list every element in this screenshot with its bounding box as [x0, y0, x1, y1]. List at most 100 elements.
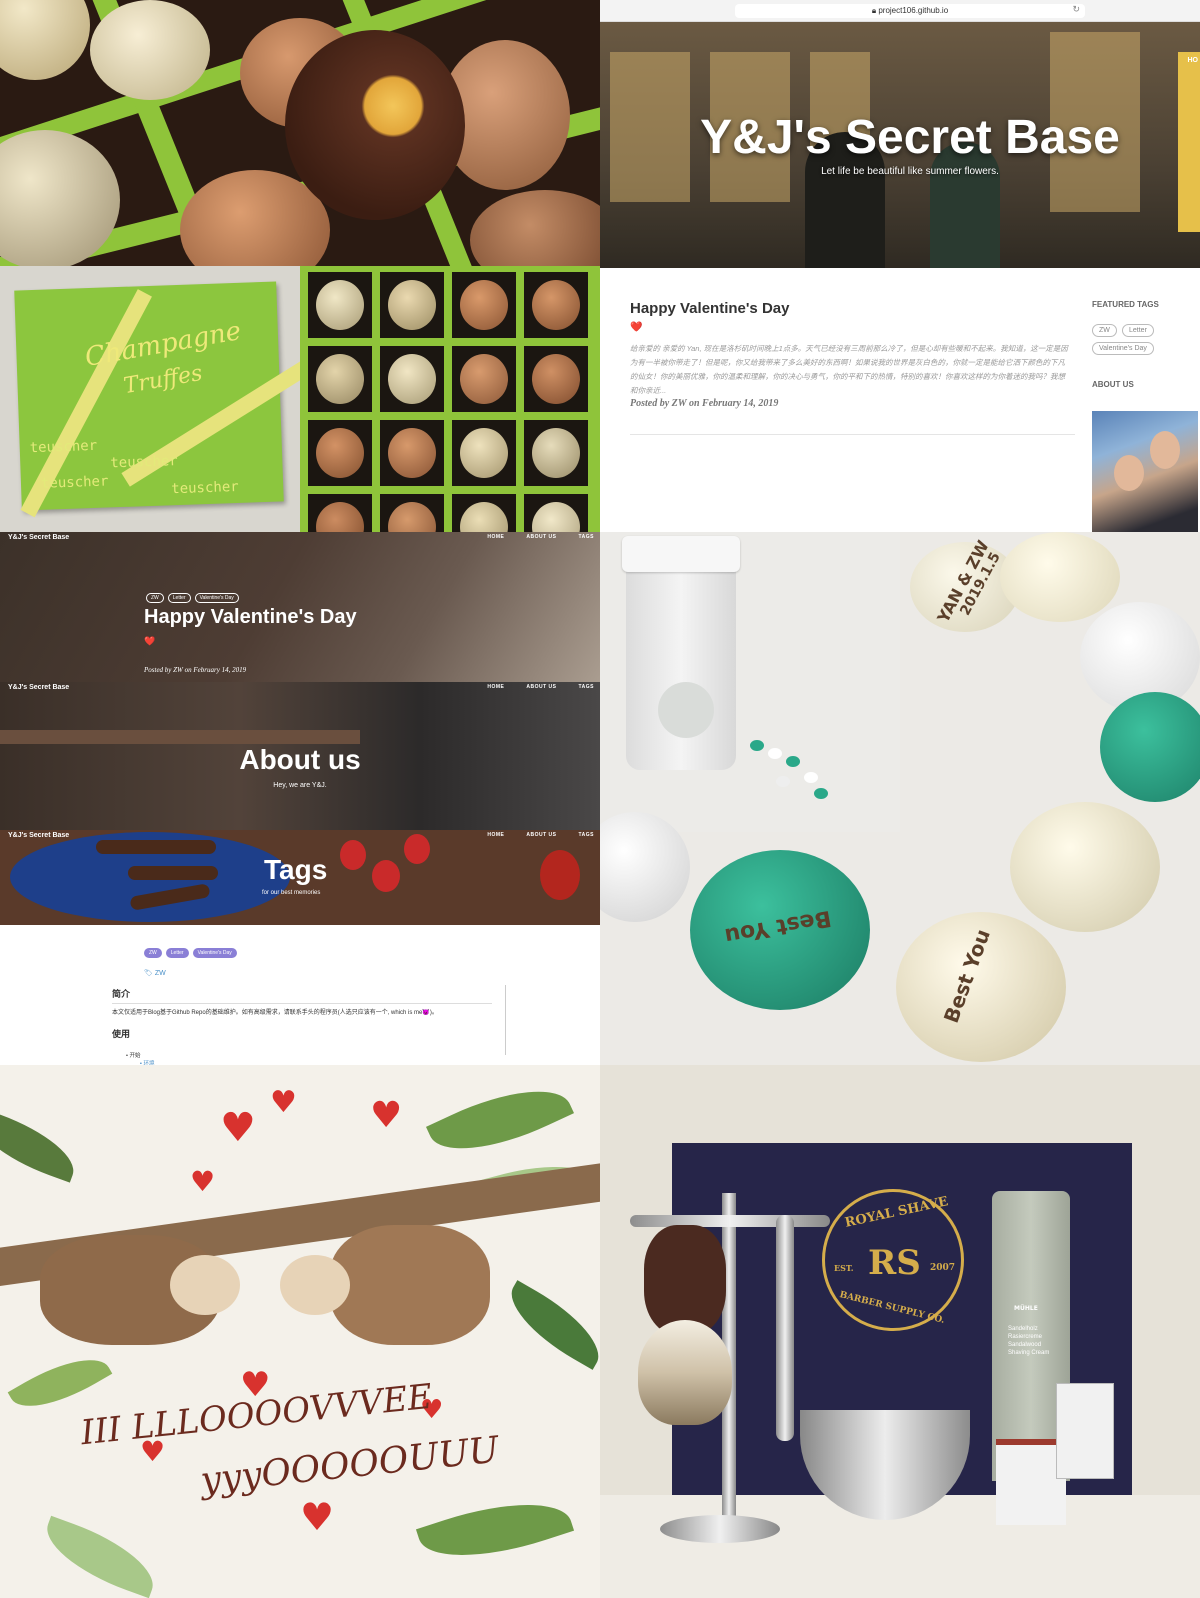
nav-links: HOME ABOUT US TAGS	[465, 534, 594, 540]
nav-brand[interactable]: Y&J's Secret Base	[8, 534, 69, 541]
truffle	[316, 354, 364, 404]
sloth-right	[330, 1225, 490, 1345]
box-brand-3: teuscher	[40, 473, 109, 492]
safety-razor	[776, 1215, 794, 1441]
heart-icon: ❤️	[144, 636, 156, 646]
tag-letter[interactable]: Letter	[165, 948, 189, 958]
tag-zw[interactable]: ZW	[144, 948, 162, 958]
nav-home-cut[interactable]: HO	[1188, 57, 1199, 64]
tag-letter[interactable]: Letter	[1122, 324, 1154, 337]
stand-arm	[630, 1215, 830, 1227]
nav-tags[interactable]: TAGS	[578, 684, 594, 690]
logo-year: 2007	[930, 1263, 956, 1273]
box-brand-2: teuscher	[110, 453, 179, 472]
site-title: Y&J's Secret Base	[700, 111, 1120, 164]
shaving-brush	[638, 1320, 732, 1425]
truffle	[532, 428, 580, 478]
jar-lid	[622, 536, 740, 572]
tag-zw[interactable]: ZW	[146, 593, 164, 603]
photo-truffle-grid	[300, 266, 600, 532]
heart-icon: ♥	[300, 1495, 335, 1539]
tags-subtitle: for our best memories	[262, 890, 321, 896]
post-tags: ZW Letter Valentine's Day	[146, 586, 243, 604]
heading-intro: 简介	[112, 989, 131, 999]
tag-icon: 🏷︎	[144, 970, 155, 977]
box-brand-4: teuscher	[170, 478, 239, 498]
logo-monogram: RS	[868, 1243, 921, 1283]
post-excerpt[interactable]: 给亲爱的 亲爱的 Yan, 现在是洛杉矶时间晚上1点多。天气已经没有三周前那么冷…	[630, 342, 1070, 398]
about-us-photo	[1092, 411, 1198, 532]
about-title: About us	[239, 744, 361, 775]
heart-icon: ❤️	[630, 322, 643, 333]
box-script-line1: Champagne	[82, 316, 244, 373]
active-tag-label: ZW	[154, 970, 166, 977]
blog-home-screenshot: 🔒︎ project106.github.io ↻ HO Y&J's Secre…	[600, 0, 1200, 268]
razor-blades-pack	[1056, 1383, 1114, 1479]
reload-icon[interactable]: ↻	[1072, 4, 1080, 15]
tag-valentines-day[interactable]: Valentine's Day	[194, 593, 239, 603]
nav-tags[interactable]: TAGS	[578, 534, 594, 540]
photo-custom-candies: YAN & ZW 2019.1.5 Best You Best You	[600, 532, 1200, 1065]
about-subtitle: Hey, we are Y&J.	[273, 782, 327, 789]
truffle	[532, 354, 580, 404]
heading-use: 使用	[112, 1029, 131, 1039]
tags-page-header: Y&J's Secret Base HOME ABOUT US TAGS Tags …	[0, 830, 600, 925]
desk	[0, 730, 360, 744]
featured-tags-heading: FEATURED TAGS	[1092, 300, 1159, 309]
tag-valentines-day[interactable]: Valentine's Day	[192, 948, 237, 958]
divider	[630, 434, 1075, 435]
truffle	[388, 280, 436, 330]
photo-champagne-truffles-box: Champagne Truffes teuscher teuscher teus…	[0, 266, 300, 532]
jar-photo	[600, 532, 900, 832]
truffle	[316, 280, 364, 330]
photo-royal-shave-set: ROYAL SHAVE RS EST. 2007 BARBER SUPPLY C…	[600, 1065, 1200, 1598]
divider	[112, 1003, 492, 1004]
tag-valentines-day[interactable]: Valentine's Day	[1092, 342, 1154, 355]
nav-about[interactable]: ABOUT US	[526, 684, 556, 690]
nav-links: HOME ABOUT US TAGS	[465, 684, 594, 690]
heart-icon: ♥	[220, 1105, 256, 1151]
photo-collage: 🔒︎ project106.github.io ↻ HO Y&J's Secre…	[0, 0, 1200, 1598]
post-title[interactable]: Happy Valentine's Day	[630, 300, 789, 317]
nav-tags[interactable]: TAGS	[578, 832, 594, 838]
truffle	[316, 428, 364, 478]
tag-letter[interactable]: Letter	[167, 593, 191, 603]
nav-home[interactable]: HOME	[487, 534, 504, 540]
nav-home[interactable]: HOME	[487, 832, 504, 838]
list-item-start-label: 开始	[129, 1053, 141, 1059]
tube-brand: MÜHLE	[1014, 1305, 1038, 1312]
url-text: project106.github.io	[878, 6, 949, 15]
tags-title: Tags	[264, 854, 328, 885]
stand-base	[660, 1515, 780, 1543]
brush-handle	[644, 1225, 726, 1335]
post-header-title: Happy Valentine's Day	[144, 606, 357, 628]
heart-icon: ♥	[370, 1095, 403, 1136]
nav-about[interactable]: ABOUT US	[526, 534, 556, 540]
readme-page: ZW Letter Valentine's Day 🏷︎ ZW 简介 本文仅适用于B…	[0, 925, 600, 1065]
post-header-meta: Posted by ZW on February 14, 2019	[144, 666, 247, 674]
nav-about[interactable]: ABOUT US	[526, 832, 556, 838]
nav-brand[interactable]: Y&J's Secret Base	[8, 832, 69, 839]
tag-list: ZW Letter Valentine's Day	[144, 941, 241, 959]
nav-links: HOME ABOUT US TAGS	[465, 832, 594, 838]
tube-label: Sandelholz Rasiercreme Sandalwood Shavin…	[1008, 1326, 1050, 1356]
truffle	[532, 280, 580, 330]
card-text-line2: yyyOOOOOUUU	[198, 1429, 501, 1502]
about-page-header: Y&J's Secret Base HOME ABOUT US TAGS About…	[0, 682, 600, 830]
blog-post-header: Y&J's Secret Base HOME ABOUT US TAGS ZW Let…	[0, 532, 600, 682]
logo-est: EST.	[834, 1263, 854, 1273]
active-tag-link[interactable]: 🏷︎ ZW	[144, 969, 166, 977]
tag-zw[interactable]: ZW	[1092, 324, 1117, 337]
truffle	[460, 354, 508, 404]
nav-home[interactable]: HOME	[487, 684, 504, 690]
content-border	[505, 985, 506, 1055]
browser-address-bar: 🔒︎ project106.github.io ↻	[600, 0, 1200, 22]
site-tagline: Let life be beautiful like summer flower…	[821, 166, 999, 177]
url-field[interactable]: 🔒︎ project106.github.io	[735, 4, 1085, 18]
nav-brand[interactable]: Y&J's Secret Base	[8, 684, 69, 691]
about-us-heading: ABOUT US	[1092, 380, 1134, 389]
list-item-start: • 开始	[126, 1053, 141, 1059]
box-brand-1: teuscher	[29, 437, 98, 457]
truffle	[460, 280, 508, 330]
photo-chocolate-truffles	[0, 0, 600, 266]
